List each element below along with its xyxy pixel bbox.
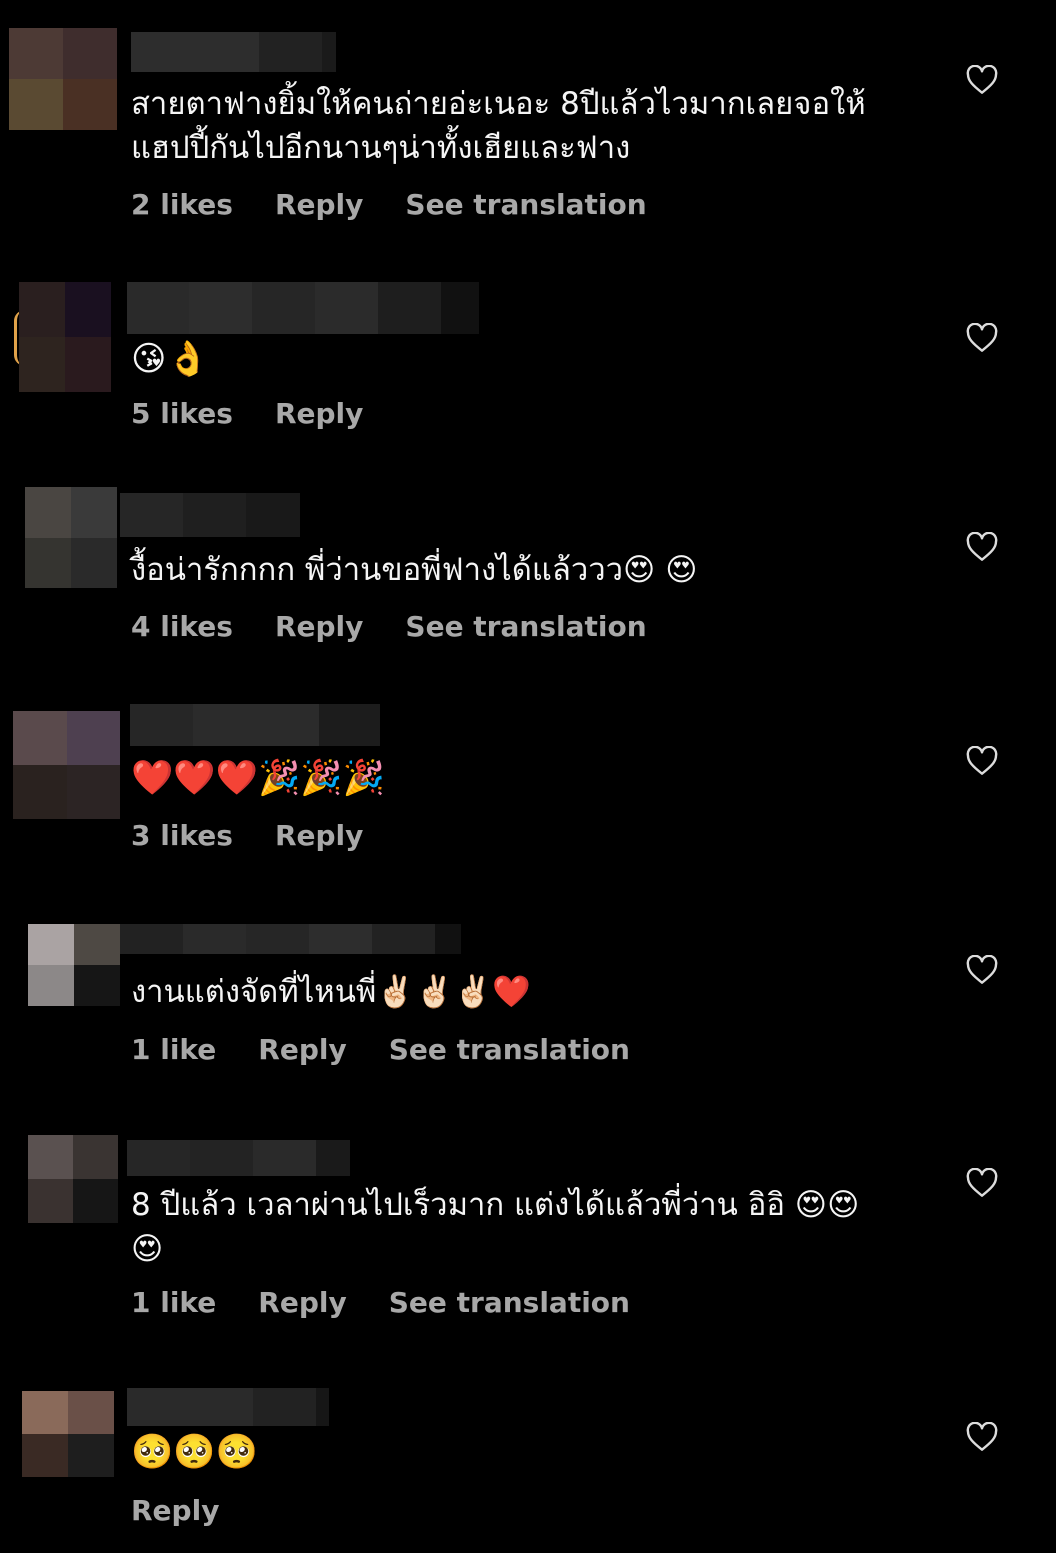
username-blurred[interactable]	[127, 282, 479, 334]
avatar[interactable]	[22, 1391, 114, 1477]
comment-meta: 1 like Reply See translation	[131, 1286, 630, 1319]
comment-item: ❤️❤️❤️🎉🎉🎉 3 likes Reply	[0, 690, 1056, 900]
comment-item: 8 ปีแล้ว เวลาผ่านไปเร็วมาก แต่งได้แล้วพี…	[0, 1120, 1056, 1375]
username-blurred[interactable]	[120, 924, 461, 954]
heart-icon[interactable]	[966, 1422, 998, 1452]
comment-text: สายตาฟางยิ้มให้คนถ่ายอ่ะเนอะ 8ปีแล้วไวมา…	[131, 86, 866, 166]
comment-item: 😘👌 5 likes Reply	[0, 250, 1056, 470]
heart-icon[interactable]	[966, 65, 998, 95]
likes-count[interactable]: 1 like	[131, 1286, 216, 1319]
username-blurred[interactable]	[127, 1140, 350, 1176]
comment-item: สายตาฟางยิ้มให้คนถ่ายอ่ะเนอะ 8ปีแล้วไวมา…	[0, 0, 1056, 250]
comment-text: 😘👌	[131, 339, 209, 379]
comment-item: งื้อน่ารักกกก พี่ว่านขอพี่ฟางได้แล้ววว😍 …	[0, 470, 1056, 690]
username-blurred[interactable]	[131, 32, 336, 72]
avatar[interactable]	[9, 28, 117, 130]
comment-meta: 5 likes Reply	[131, 397, 363, 430]
heart-icon[interactable]	[966, 746, 998, 776]
reply-button[interactable]: Reply	[275, 819, 363, 852]
reply-button[interactable]: Reply	[275, 188, 363, 221]
avatar[interactable]	[28, 924, 120, 1006]
comment-meta: 2 likes Reply See translation	[131, 188, 647, 221]
reply-button[interactable]: Reply	[131, 1494, 219, 1527]
comment-text: 8 ปีแล้ว เวลาผ่านไปเร็วมาก แต่งได้แล้วพี…	[131, 1187, 860, 1267]
comment-text: 🥺🥺🥺	[131, 1432, 259, 1472]
comment-text: งื้อน่ารักกกก พี่ว่านขอพี่ฟางได้แล้ววว😍 …	[131, 552, 698, 588]
comment-meta: 3 likes Reply	[131, 819, 363, 852]
comment-meta: Reply	[131, 1494, 219, 1527]
username-blurred[interactable]	[120, 493, 300, 537]
heart-icon[interactable]	[966, 323, 998, 353]
reply-button[interactable]: Reply	[275, 610, 363, 643]
reply-button[interactable]: Reply	[258, 1286, 346, 1319]
see-translation-button[interactable]: See translation	[389, 1286, 630, 1319]
username-blurred[interactable]	[130, 704, 380, 746]
reply-button[interactable]: Reply	[258, 1033, 346, 1066]
avatar[interactable]	[25, 487, 117, 588]
likes-count[interactable]: 1 like	[131, 1033, 216, 1066]
likes-count[interactable]: 2 likes	[131, 188, 233, 221]
comment-text: งานแต่งจัดที่ไหนพี่✌🏻✌🏻✌🏻❤️	[131, 974, 531, 1010]
heart-icon[interactable]	[966, 532, 998, 562]
see-translation-button[interactable]: See translation	[405, 188, 646, 221]
reply-button[interactable]: Reply	[275, 397, 363, 430]
comment-item: งานแต่งจัดที่ไหนพี่✌🏻✌🏻✌🏻❤️ 1 like Reply…	[0, 900, 1056, 1120]
see-translation-button[interactable]: See translation	[405, 610, 646, 643]
comment-meta: 1 like Reply See translation	[131, 1033, 630, 1066]
likes-count[interactable]: 3 likes	[131, 819, 233, 852]
heart-icon[interactable]	[966, 1168, 998, 1198]
likes-count[interactable]: 4 likes	[131, 610, 233, 643]
avatar[interactable]	[13, 711, 120, 819]
comment-meta: 4 likes Reply See translation	[131, 610, 647, 643]
avatar[interactable]	[19, 282, 111, 392]
comment-text: ❤️❤️❤️🎉🎉🎉	[131, 758, 386, 798]
heart-icon[interactable]	[966, 955, 998, 985]
username-blurred[interactable]	[127, 1388, 329, 1426]
comment-item: 🥺🥺🥺 Reply	[0, 1375, 1056, 1553]
likes-count[interactable]: 5 likes	[131, 397, 233, 430]
avatar[interactable]	[28, 1135, 118, 1223]
see-translation-button[interactable]: See translation	[389, 1033, 630, 1066]
